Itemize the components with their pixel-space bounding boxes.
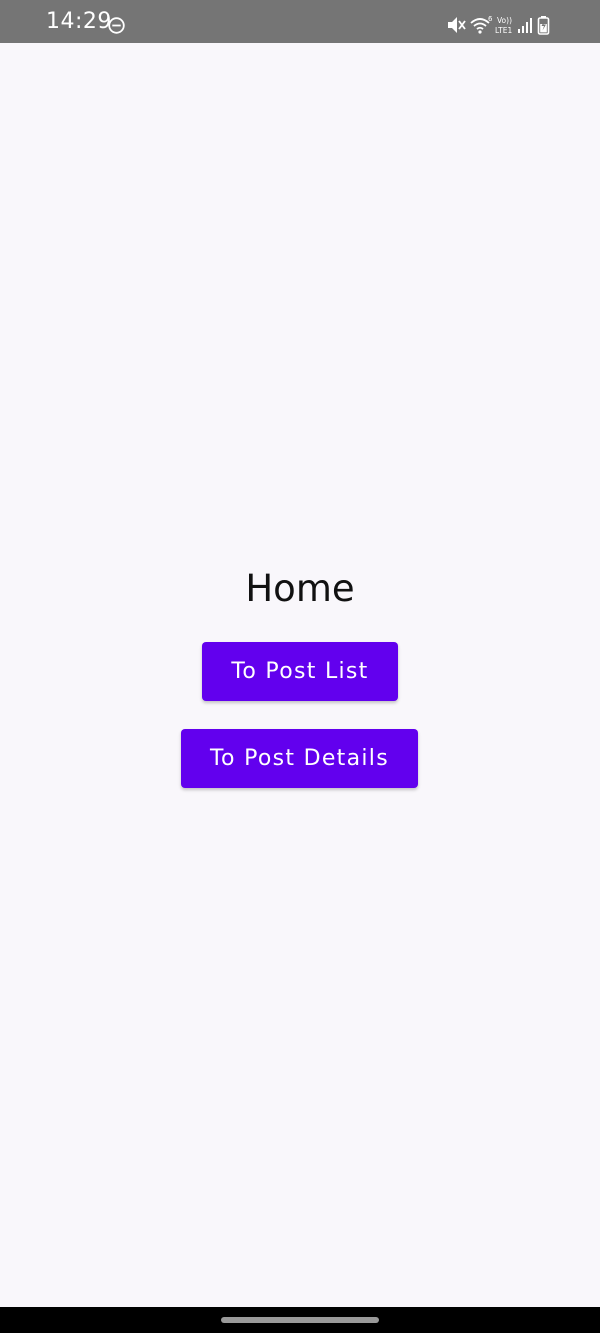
signal-icon xyxy=(518,18,532,33)
wifi-icon: 6 xyxy=(470,15,493,34)
volte-icon: Vo)) LTE1 xyxy=(495,16,512,35)
battery-icon xyxy=(537,16,550,35)
do-not-disturb-icon xyxy=(108,17,125,34)
home-gesture-handle[interactable] xyxy=(221,1317,379,1323)
page-title: Home xyxy=(245,567,355,610)
status-time: 14:29 xyxy=(46,9,112,34)
status-bar: 14:29 6 Vo)) LTE1 xyxy=(0,0,600,43)
volte-label: Vo)) xyxy=(497,16,512,25)
mute-icon xyxy=(448,17,466,33)
lte-label: LTE1 xyxy=(495,26,512,35)
app-screen: 14:29 6 Vo)) LTE1 Home To Post List To P… xyxy=(0,0,600,1333)
navigation-bar xyxy=(0,1307,600,1333)
wifi-badge: 6 xyxy=(488,15,493,23)
to-post-details-button[interactable]: To Post Details xyxy=(181,729,418,788)
to-post-list-button[interactable]: To Post List xyxy=(202,642,398,701)
home-screen: Home To Post List To Post Details xyxy=(0,43,600,1307)
status-icons: 6 Vo)) LTE1 xyxy=(446,14,558,36)
